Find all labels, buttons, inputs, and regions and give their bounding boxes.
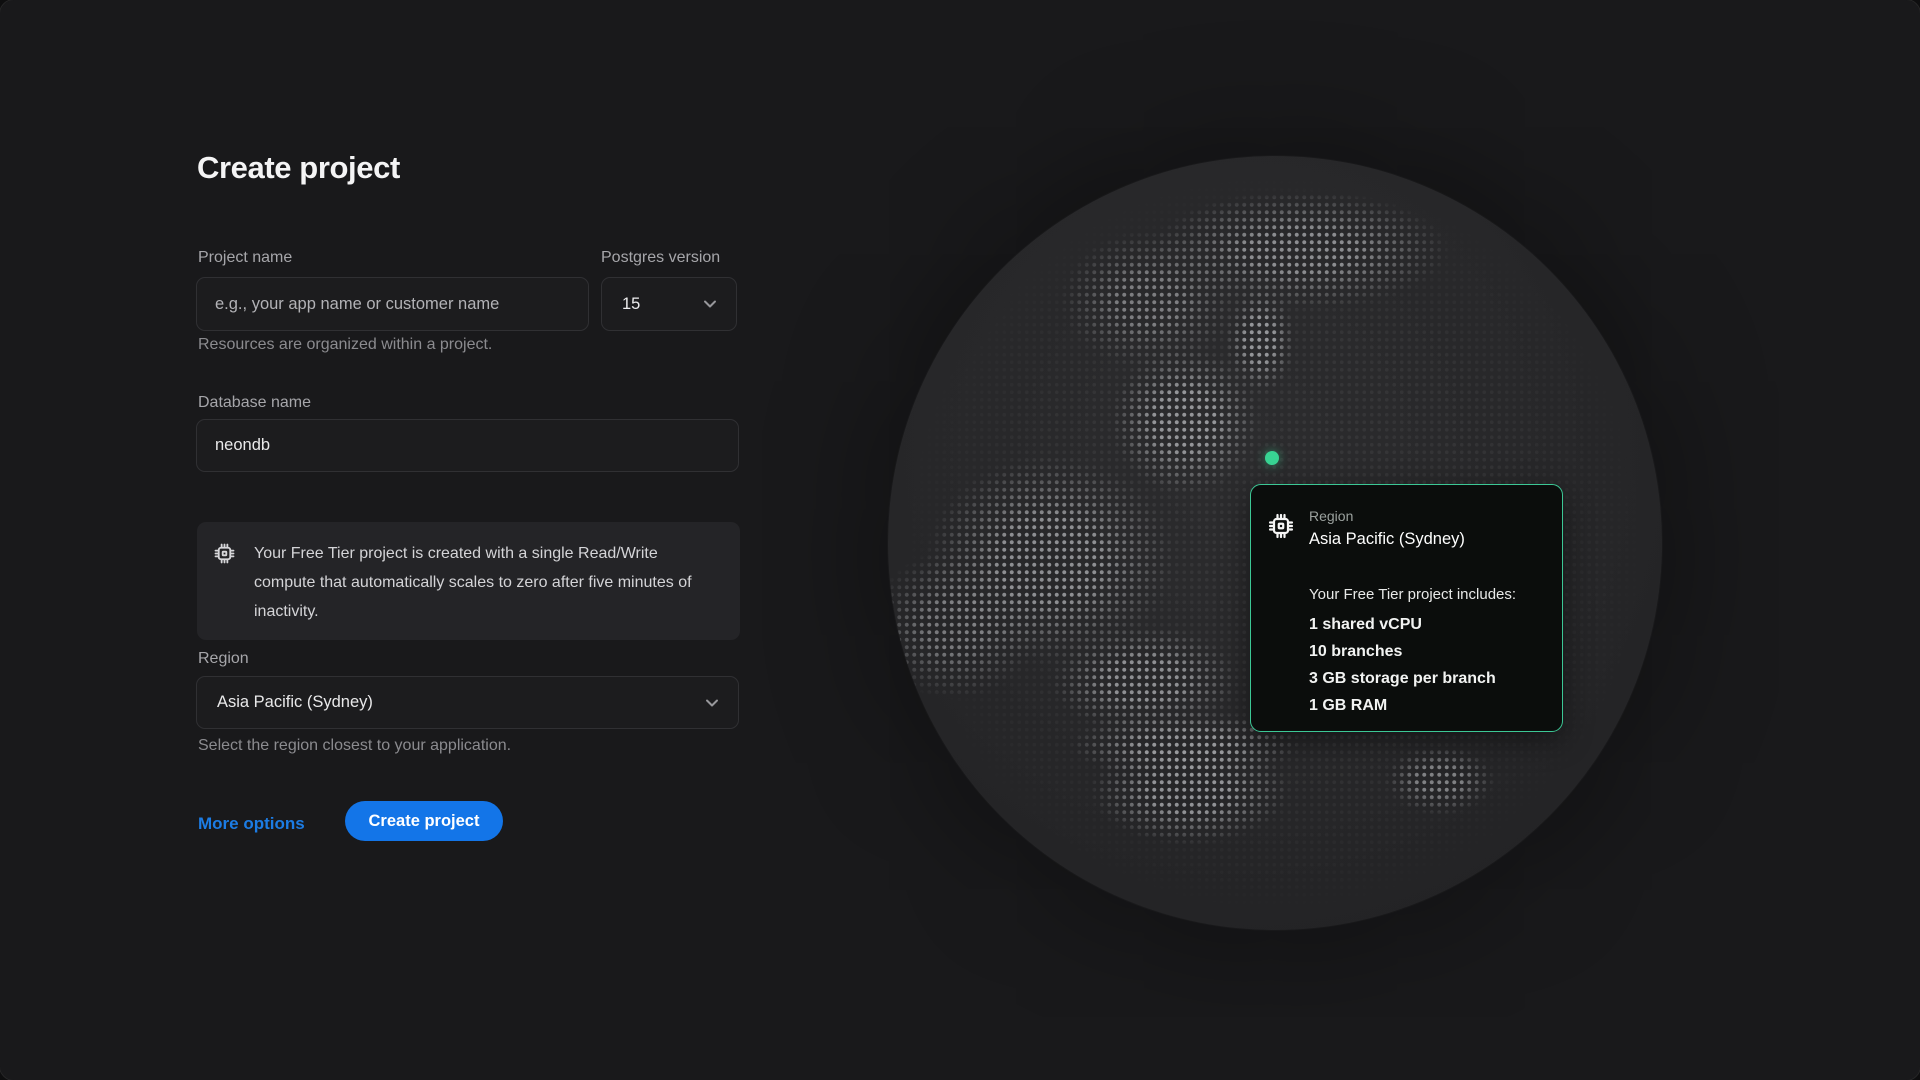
postgres-version-label: Postgres version	[601, 249, 720, 267]
region-tooltip-card: Region Asia Pacific (Sydney) Your Free T…	[1250, 484, 1563, 732]
region-select-value: Asia Pacific (Sydney)	[217, 693, 373, 712]
cpu-chip-icon	[213, 542, 236, 565]
chevron-down-icon	[702, 693, 722, 713]
project-name-label: Project name	[198, 249, 292, 267]
chevron-down-icon	[700, 294, 720, 314]
database-name-label: Database name	[198, 394, 311, 412]
page-title: Create project	[197, 150, 400, 186]
tooltip-includes-title: Your Free Tier project includes:	[1309, 586, 1516, 603]
free-tier-note: Your Free Tier project is created with a…	[254, 539, 718, 626]
tooltip-include-item: 10 branches	[1309, 638, 1496, 665]
tooltip-region-label: Region	[1309, 508, 1353, 524]
tooltip-include-item: 1 GB RAM	[1309, 692, 1496, 719]
project-name-helper: Resources are organized within a project…	[198, 336, 492, 354]
create-project-page: Create project Project name Postgres ver…	[0, 0, 1920, 1080]
tooltip-include-item: 1 shared vCPU	[1309, 611, 1496, 638]
postgres-version-value: 15	[622, 295, 640, 314]
free-tier-info-box: Your Free Tier project is created with a…	[197, 522, 740, 640]
tooltip-region-value: Asia Pacific (Sydney)	[1309, 530, 1465, 549]
database-name-input[interactable]	[196, 419, 739, 472]
tooltip-include-item: 3 GB storage per branch	[1309, 665, 1496, 692]
region-label: Region	[198, 650, 249, 668]
create-project-button[interactable]: Create project	[345, 801, 503, 841]
cpu-chip-icon	[1267, 512, 1295, 540]
region-select[interactable]: Asia Pacific (Sydney)	[196, 676, 739, 729]
region-marker-dot[interactable]	[1265, 451, 1279, 465]
project-name-input[interactable]	[196, 277, 589, 331]
more-options-link[interactable]: More options	[198, 814, 305, 834]
postgres-version-select[interactable]: 15	[601, 277, 737, 331]
region-helper: Select the region closest to your applic…	[198, 737, 511, 755]
tooltip-includes-list: 1 shared vCPU10 branches3 GB storage per…	[1309, 611, 1496, 719]
